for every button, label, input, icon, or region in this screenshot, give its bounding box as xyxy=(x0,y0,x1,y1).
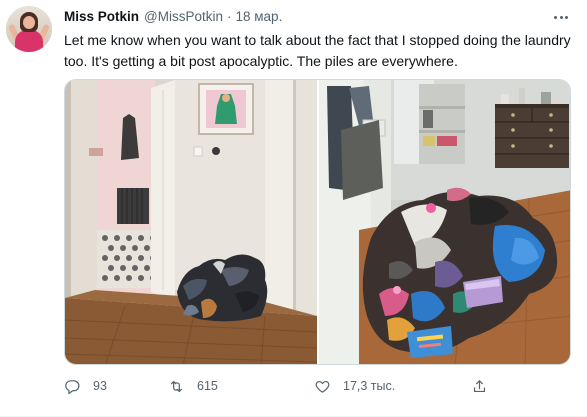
reply-count: 93 xyxy=(93,379,107,393)
media-grid xyxy=(64,79,571,365)
display-name[interactable]: Miss Potkin xyxy=(64,9,139,24)
reply-button[interactable]: 93 xyxy=(64,376,107,396)
tweet-timestamp[interactable]: 18 мар. xyxy=(236,9,283,24)
photo-bedroom-laundry-piles[interactable] xyxy=(319,80,570,364)
photo-hallway-image xyxy=(65,80,317,364)
separator-dot: · xyxy=(227,9,232,24)
tweet-actions: 93 615 17,3 тыс. xyxy=(64,376,504,396)
more-dot xyxy=(554,15,557,19)
tweet[interactable]: Miss Potkin @MissPotkin · 18 мар. Let me… xyxy=(0,0,587,417)
avatar-face xyxy=(23,16,35,29)
retweet-icon xyxy=(170,380,183,392)
tweet-header: Miss Potkin @MissPotkin · 18 мар. xyxy=(64,9,282,27)
tweet-text: Let me know when you want to talk about … xyxy=(64,32,571,69)
reply-icon xyxy=(65,379,80,394)
avatar[interactable] xyxy=(6,6,52,52)
share-icon xyxy=(473,379,486,392)
avatar-body xyxy=(15,30,43,52)
retweet-count: 615 xyxy=(197,379,218,393)
like-icon xyxy=(315,380,330,393)
photo-bedroom-image xyxy=(319,80,570,364)
user-handle[interactable]: @MissPotkin xyxy=(144,9,223,24)
more-dot xyxy=(565,15,568,19)
like-button[interactable]: 17,3 тыс. xyxy=(314,376,395,396)
more-icon[interactable] xyxy=(550,8,572,26)
photo-hallway-laundry-pile[interactable] xyxy=(65,80,317,364)
more-dot xyxy=(559,15,563,19)
retweet-button[interactable]: 615 xyxy=(168,376,218,396)
share-button[interactable] xyxy=(471,376,488,396)
like-count: 17,3 тыс. xyxy=(343,379,396,393)
